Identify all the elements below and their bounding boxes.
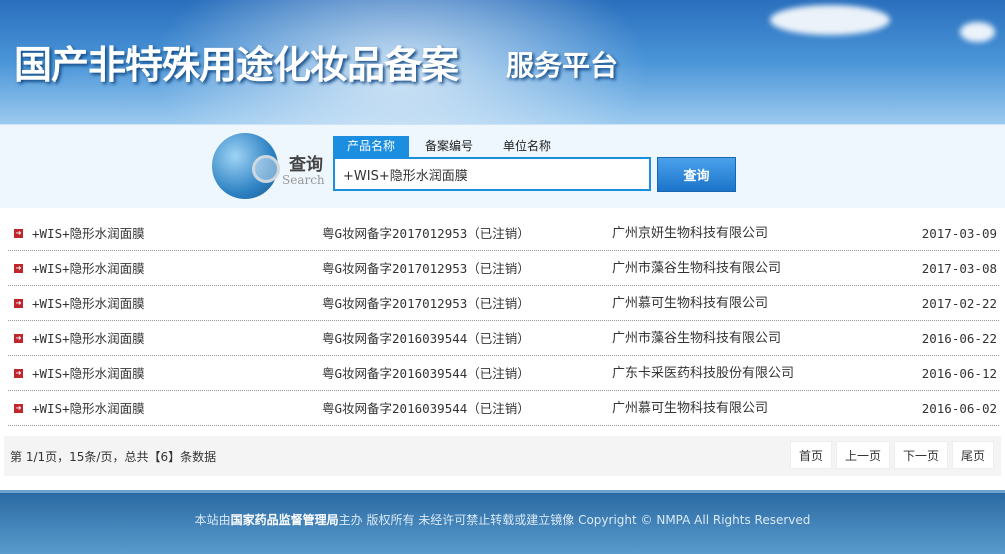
- tab-product-name[interactable]: 产品名称: [333, 136, 410, 157]
- table-row[interactable]: ➜ +WIS+隐形水润面膜 粤G妆网备字2017012953（已注销） 广州慕可…: [8, 286, 999, 321]
- arrow-right-icon: ➜: [14, 229, 23, 238]
- product-name-link[interactable]: +WIS+隐形水润面膜: [32, 321, 145, 356]
- record-number: 粤G妆网备字2017012953（已注销）: [322, 226, 530, 241]
- record-number: 粤G妆网备字2017012953（已注销）: [322, 296, 530, 311]
- company-name: 广州慕可生物科技有限公司: [612, 296, 769, 311]
- record-date: 2016-06-12: [921, 366, 997, 381]
- next-page-button[interactable]: 下一页: [894, 441, 949, 469]
- prev-page-button[interactable]: 上一页: [836, 441, 891, 469]
- header-banner: 国产非特殊用途化妆品备案 服务平台: [0, 0, 1005, 124]
- record-date: 2016-06-02: [921, 401, 997, 416]
- search-input[interactable]: [333, 157, 651, 191]
- search-panel: 查询 Search 产品名称 备案编号 单位名称 查询: [0, 124, 1005, 208]
- footer: 本站由国家药品监督管理局主办 版权所有 未经许可禁止转载或建立镜像 Copyri…: [0, 490, 1005, 554]
- tab-record-number[interactable]: 备案编号: [411, 136, 487, 157]
- search-label-en: Search: [282, 173, 325, 187]
- first-page-button[interactable]: 首页: [790, 441, 833, 469]
- footer-copyright: 主办 版权所有 未经许可禁止转载或建立镜像 Copyright © NMPA A…: [338, 513, 811, 527]
- site-title: 国产非特殊用途化妆品备案: [14, 42, 459, 87]
- record-number: 粤G妆网备字2016039544（已注销）: [322, 366, 530, 381]
- record-date: 2016-06-22: [921, 331, 997, 346]
- company-name: 广州市藻谷生物科技有限公司: [612, 331, 782, 346]
- product-name-link[interactable]: +WIS+隐形水润面膜: [32, 251, 145, 286]
- pagination-info: 第 1/1页，15条/页，总共【6】条数据: [10, 450, 217, 464]
- pagination: 第 1/1页，15条/页，总共【6】条数据 首页 上一页 下一页 尾页: [4, 436, 1001, 476]
- footer-prefix: 本站由: [194, 513, 231, 527]
- record-date: 2017-02-22: [921, 296, 997, 311]
- table-row[interactable]: ➜ +WIS+隐形水润面膜 粤G妆网备字2017012953（已注销） 广州市藻…: [8, 251, 999, 286]
- result-list: ➜ +WIS+隐形水润面膜 粤G妆网备字2017012953（已注销） 广州京妍…: [8, 216, 999, 426]
- company-name: 广州慕可生物科技有限公司: [612, 401, 769, 416]
- product-name-link[interactable]: +WIS+隐形水润面膜: [32, 356, 145, 391]
- cloud-decoration: [770, 5, 890, 35]
- record-number: 粤G妆网备字2016039544（已注销）: [322, 331, 530, 346]
- product-name-link[interactable]: +WIS+隐形水润面膜: [32, 216, 145, 251]
- site-subtitle: 服务平台: [506, 49, 619, 82]
- search-label: 查询: [289, 155, 323, 175]
- product-name-link[interactable]: +WIS+隐形水润面膜: [32, 391, 145, 426]
- company-name: 广州市藻谷生物科技有限公司: [612, 261, 782, 276]
- arrow-right-icon: ➜: [14, 404, 23, 413]
- cloud-decoration: [960, 22, 995, 42]
- magnifier-icon: [252, 155, 280, 183]
- arrow-right-icon: ➜: [14, 264, 23, 273]
- record-date: 2017-03-09: [921, 226, 997, 241]
- search-button[interactable]: 查询: [657, 157, 736, 192]
- table-row[interactable]: ➜ +WIS+隐形水润面膜 粤G妆网备字2016039544（已注销） 广州市藻…: [8, 321, 999, 356]
- arrow-right-icon: ➜: [14, 369, 23, 378]
- table-row[interactable]: ➜ +WIS+隐形水润面膜 粤G妆网备字2017012953（已注销） 广州京妍…: [8, 216, 999, 251]
- arrow-right-icon: ➜: [14, 299, 23, 308]
- record-date: 2017-03-08: [921, 261, 997, 276]
- company-name: 广州京妍生物科技有限公司: [612, 226, 769, 241]
- company-name: 广东卡采医药科技股份有限公司: [612, 366, 795, 381]
- table-row[interactable]: ➜ +WIS+隐形水润面膜 粤G妆网备字2016039544（已注销） 广东卡采…: [8, 356, 999, 391]
- table-row[interactable]: ➜ +WIS+隐形水润面膜 粤G妆网备字2016039544（已注销） 广州慕可…: [8, 391, 999, 426]
- arrow-right-icon: ➜: [14, 334, 23, 343]
- record-number: 粤G妆网备字2017012953（已注销）: [322, 261, 530, 276]
- last-page-button[interactable]: 尾页: [952, 441, 995, 469]
- tab-company-name[interactable]: 单位名称: [489, 136, 565, 157]
- footer-org-link[interactable]: 国家药品监督管理局: [231, 513, 339, 527]
- record-number: 粤G妆网备字2016039544（已注销）: [322, 401, 530, 416]
- product-name-link[interactable]: +WIS+隐形水润面膜: [32, 286, 145, 321]
